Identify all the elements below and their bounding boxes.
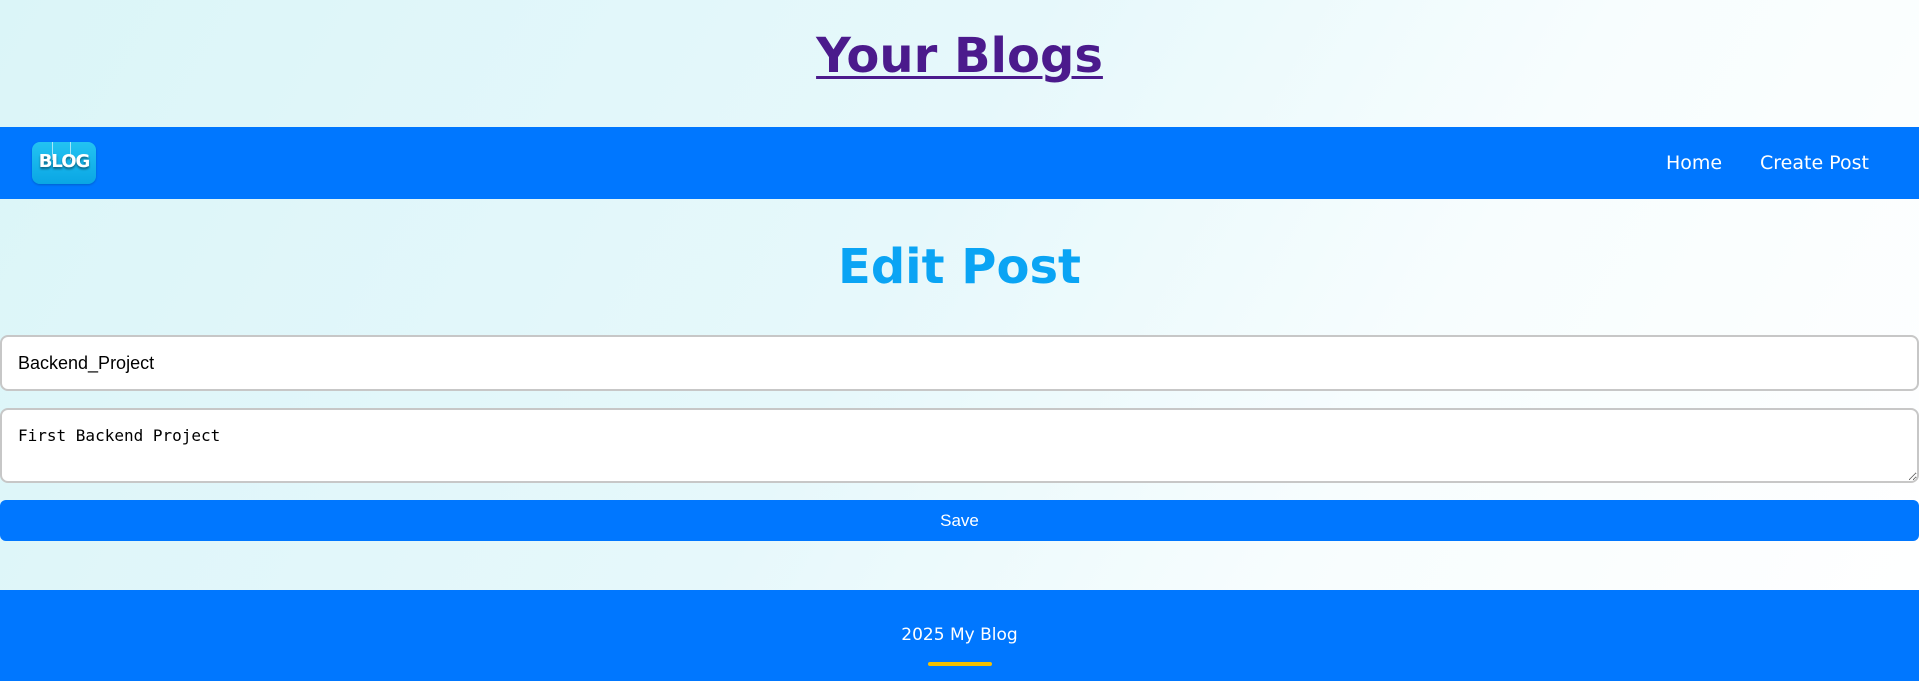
navbar: BLOG Home Create Post (0, 127, 1919, 199)
post-content-textarea[interactable]: First Backend Project (0, 408, 1919, 483)
post-title-input[interactable] (0, 335, 1919, 391)
logo-text: BLOG (38, 151, 91, 172)
save-button[interactable]: Save (0, 500, 1919, 541)
page-heading: Edit Post (838, 239, 1081, 295)
footer-copyright: 2025 My Blog (901, 625, 1018, 645)
blog-logo[interactable]: BLOG (32, 142, 96, 184)
nav-link-home[interactable]: Home (1666, 151, 1722, 175)
footer: 2025 My Blog (0, 590, 1919, 681)
site-title[interactable]: Your Blogs (0, 24, 1919, 88)
footer-accent-bar (928, 662, 992, 666)
nav-link-create-post[interactable]: Create Post (1760, 151, 1869, 175)
